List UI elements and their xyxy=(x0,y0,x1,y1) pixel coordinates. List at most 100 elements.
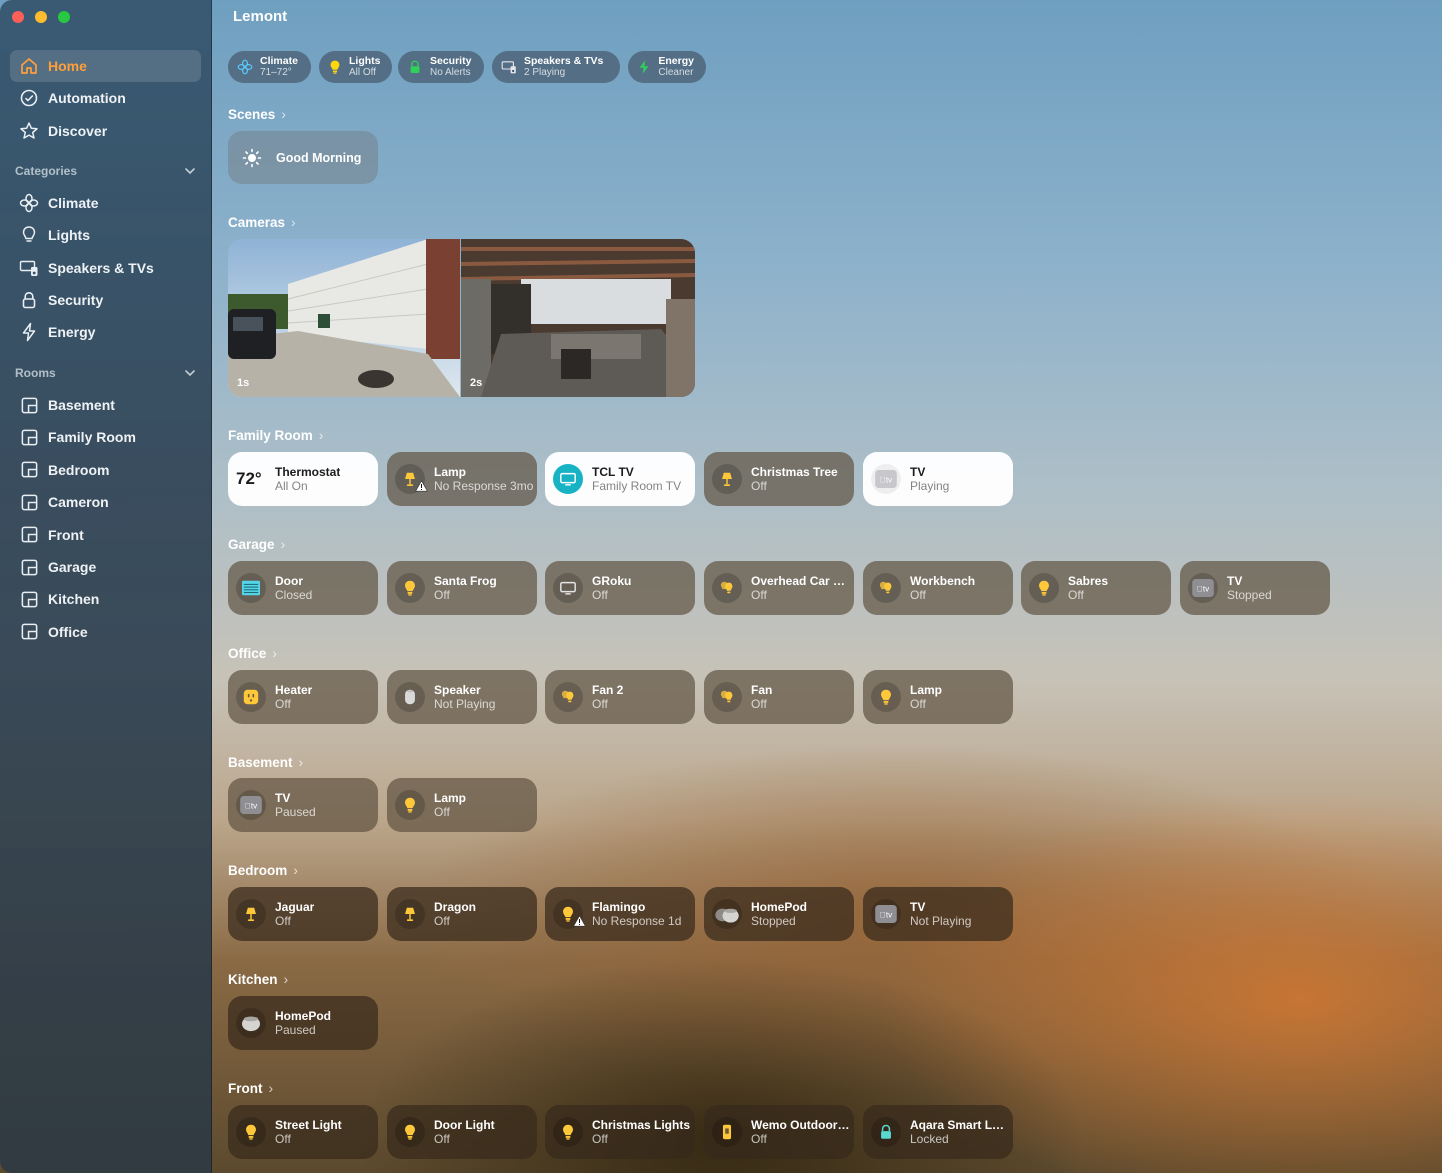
summary-title: Security xyxy=(430,55,472,67)
sidebar-item-label: Lights xyxy=(48,227,90,243)
accessory-tile-tcl-tv[interactable]: TCL TV Family Room TV xyxy=(545,452,695,506)
accessory-tile-homepod[interactable]: HomePod Paused xyxy=(228,996,378,1050)
accessory-name: Lamp xyxy=(434,464,467,479)
accessory-tile-tv[interactable]: tv TV Paused xyxy=(228,778,378,832)
accessory-tile-sabres[interactable]: Sabres Off xyxy=(1021,561,1171,615)
categories-header[interactable]: Categories xyxy=(15,161,200,181)
room-header-front[interactable]: Front › xyxy=(228,1080,273,1096)
accessory-tile-fan[interactable]: Fan Off xyxy=(704,670,854,724)
accessory-tile-workbench[interactable]: Workbench Off xyxy=(863,561,1013,615)
sidebar-item-energy[interactable]: Energy xyxy=(10,316,201,348)
sidebar: Home Automation Discover Categories Clim… xyxy=(0,0,212,1173)
room-header-basement[interactable]: Basement › xyxy=(228,754,303,770)
sidebar-item-speakers-tvs[interactable]: Speakers & TVs xyxy=(10,252,201,284)
accessory-tile-lamp[interactable]: Lamp Off xyxy=(863,670,1013,724)
sidebar-item-label: Security xyxy=(48,292,104,308)
accessory-tile-wemo-outdoor[interactable]: Wemo Outdoor… Off xyxy=(704,1105,854,1159)
sidebar-item-family-room[interactable]: Family Room xyxy=(10,421,201,453)
summary-security-button[interactable]: Security No Alerts xyxy=(398,51,484,83)
camera-driveway[interactable]: 1s xyxy=(228,239,460,397)
room-header-bedroom[interactable]: Bedroom › xyxy=(228,862,298,878)
accessory-name: Fan 2 xyxy=(592,682,624,697)
accessory-name: Overhead Car L… xyxy=(751,573,851,588)
chevron-down-icon xyxy=(184,367,196,379)
sidebar-item-front[interactable]: Front xyxy=(10,519,201,551)
accessory-name: Sabres xyxy=(1068,573,1109,588)
accessory-tile-door[interactable]: Door Closed xyxy=(228,561,378,615)
room-icon xyxy=(18,556,40,578)
accessory-name: TCL TV xyxy=(592,464,634,479)
scenes-title: Scenes xyxy=(228,106,276,122)
scenes-header[interactable]: Scenes › xyxy=(228,106,286,122)
sidebar-item-lights[interactable]: Lights xyxy=(10,219,201,251)
room-icon xyxy=(18,621,40,643)
accessory-status: Off xyxy=(275,696,291,711)
cameras-header[interactable]: Cameras › xyxy=(228,214,296,230)
room-title: Front xyxy=(228,1080,263,1096)
sidebar-item-automation[interactable]: Automation xyxy=(10,82,201,114)
sidebar-item-security[interactable]: Security xyxy=(10,284,201,316)
sidebar-item-office[interactable]: Office xyxy=(10,616,201,648)
summary-climate-button[interactable]: Climate 71–72° xyxy=(228,51,311,83)
accessory-tile-fan-2[interactable]: Fan 2 Off xyxy=(545,670,695,724)
accessory-status: Off xyxy=(592,1131,608,1146)
accessory-tile-heater[interactable]: Heater Off xyxy=(228,670,378,724)
scene-label: Good Morning xyxy=(276,150,362,165)
sidebar-item-cameron[interactable]: Cameron xyxy=(10,486,201,518)
chevron-right-icon: › xyxy=(293,862,298,878)
accessory-tile-aqara-smart-lock[interactable]: Aqara Smart Lock Locked xyxy=(863,1105,1013,1159)
accessory-tile-lamp[interactable]: Lamp Off xyxy=(387,778,537,832)
accessory-tile-homepod[interactable]: HomePod Stopped xyxy=(704,887,854,941)
minimize-window-button[interactable] xyxy=(35,11,47,23)
accessory-tile-street-light[interactable]: Street Light Off xyxy=(228,1105,378,1159)
accessory-tile-jaguar[interactable]: Jaguar Off xyxy=(228,887,378,941)
summary-speakers-tvs-button[interactable]: Speakers & TVs 2 Playing xyxy=(492,51,620,83)
accessory-tile-dragon[interactable]: Dragon Off xyxy=(387,887,537,941)
sidebar-item-bedroom[interactable]: Bedroom xyxy=(10,454,201,486)
lock-icon xyxy=(871,1117,901,1147)
accessory-tile-lamp[interactable]: Lamp No Response 3mo xyxy=(387,452,537,506)
bulbs-icon xyxy=(712,682,742,712)
close-window-button[interactable] xyxy=(12,11,24,23)
accessory-tile-tv[interactable]: tv TV Not Playing xyxy=(863,887,1013,941)
sidebar-item-discover[interactable]: Discover xyxy=(10,115,201,147)
sidebar-item-basement[interactable]: Basement xyxy=(10,389,201,421)
room-title: Kitchen xyxy=(228,971,278,987)
chevron-right-icon: › xyxy=(281,106,286,122)
sidebar-item-home[interactable]: Home xyxy=(10,50,201,82)
room-header-garage[interactable]: Garage › xyxy=(228,536,285,552)
accessory-name: GRoku xyxy=(592,573,632,588)
room-header-kitchen[interactable]: Kitchen › xyxy=(228,971,288,987)
summary-energy-button[interactable]: Energy Cleaner xyxy=(628,51,706,83)
rooms-header[interactable]: Rooms xyxy=(15,363,200,383)
accessory-tile-tv[interactable]: tv TV Playing xyxy=(863,452,1013,506)
sidebar-item-label: Family Room xyxy=(48,429,136,446)
accessory-tile-tv[interactable]: tv TV Stopped xyxy=(1180,561,1330,615)
room-header-office[interactable]: Office › xyxy=(228,645,277,661)
accessory-tile-speaker[interactable]: Speaker Not Playing xyxy=(387,670,537,724)
accessory-tile-christmas-lights[interactable]: Christmas Lights Off xyxy=(545,1105,695,1159)
summary-lights-button[interactable]: Lights All Off xyxy=(319,51,392,83)
homepod-mini-pair-icon xyxy=(712,899,742,929)
accessory-tile-christmas-tree[interactable]: Christmas Tree Off xyxy=(704,452,854,506)
sidebar-item-kitchen[interactable]: Kitchen xyxy=(10,583,201,615)
categories-label: Categories xyxy=(15,164,78,178)
scene-good-morning[interactable]: Good Morning xyxy=(228,131,378,184)
lightbulb-icon xyxy=(1029,573,1059,603)
accessory-tile-overhead-car-l[interactable]: Overhead Car L… Off xyxy=(704,561,854,615)
accessory-tile-door-light[interactable]: Door Light Off xyxy=(387,1105,537,1159)
accessory-name: HomePod xyxy=(751,899,808,914)
accessory-tile-santa-frog[interactable]: Santa Frog Off xyxy=(387,561,537,615)
sidebar-item-garage[interactable]: Garage xyxy=(10,551,201,583)
svg-text:tv: tv xyxy=(1197,585,1210,594)
star-icon xyxy=(18,120,40,142)
lamp-icon xyxy=(236,899,266,929)
accessory-tile-thermostat[interactable]: 72° Thermostat All On xyxy=(228,452,378,506)
accessory-tile-flamingo[interactable]: Flamingo No Response 1d xyxy=(545,887,695,941)
sidebar-item-climate[interactable]: Climate xyxy=(10,187,201,219)
zoom-window-button[interactable] xyxy=(58,11,70,23)
room-header-family-room[interactable]: Family Room › xyxy=(228,427,323,443)
accessory-tile-groku[interactable]: GRoku Off xyxy=(545,561,695,615)
camera-garage[interactable]: 2s xyxy=(460,239,695,397)
summary-status: 2 Playing xyxy=(524,67,566,78)
